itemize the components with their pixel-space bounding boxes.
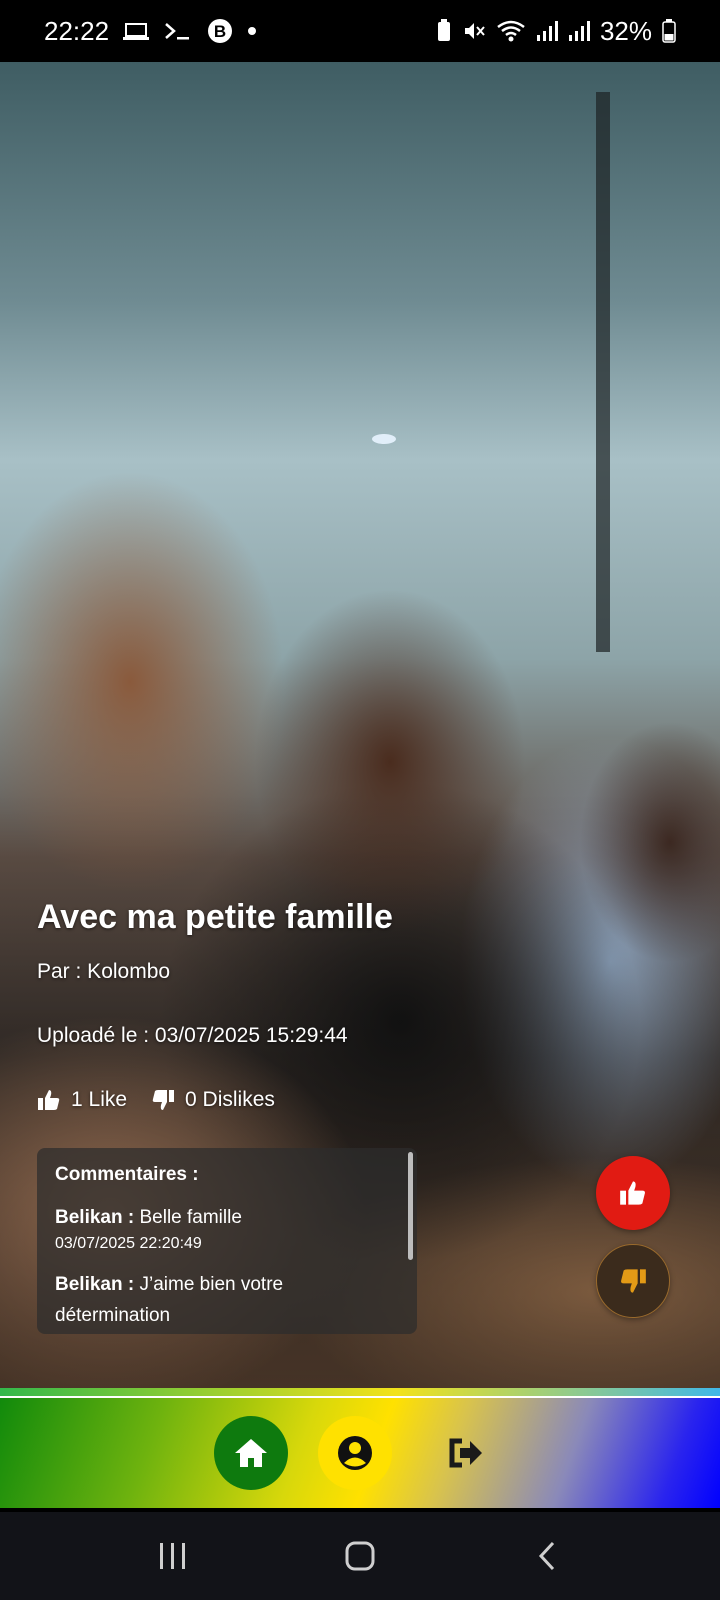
post-title: Avec ma petite famille bbox=[37, 898, 393, 936]
signal-icon bbox=[536, 20, 558, 42]
terminal-icon bbox=[163, 21, 193, 41]
comment-author: Belikan : bbox=[55, 1274, 135, 1295]
logout-icon bbox=[448, 1437, 486, 1469]
status-bar: 22:22 B 32% bbox=[0, 0, 720, 62]
like-count-label: 1 Like bbox=[71, 1088, 128, 1111]
dislike-count-label: 0 Dislikes bbox=[185, 1088, 275, 1111]
battery-saver-icon bbox=[436, 19, 452, 43]
like-count: 1 Like bbox=[37, 1088, 127, 1112]
user-circle-icon bbox=[336, 1434, 374, 1472]
thumbs-up-icon bbox=[619, 1179, 647, 1207]
thumbs-down-icon bbox=[619, 1267, 647, 1295]
nav-logout-button[interactable] bbox=[430, 1416, 504, 1490]
reaction-counts: 1 Like 0 Dislikes bbox=[37, 1088, 275, 1112]
comment-time: 03/07/2025 22:20:49 bbox=[55, 1235, 202, 1252]
comment-author: Belikan : bbox=[55, 1207, 135, 1228]
notification-dot-icon bbox=[247, 26, 257, 36]
app-b-icon: B bbox=[207, 18, 233, 44]
dislike-count: 0 Dislikes bbox=[151, 1088, 275, 1112]
thumbs-down-icon bbox=[151, 1088, 175, 1112]
post-author: Par : Kolombo bbox=[37, 960, 171, 983]
comment-item: Belikan : Belle famille 03/07/2025 22:20… bbox=[55, 1202, 399, 1255]
laptop-icon bbox=[123, 21, 150, 41]
home-icon bbox=[233, 1437, 269, 1469]
wifi-icon bbox=[496, 19, 526, 43]
comment-item: Belikan : J’aime bien votre déterminatio… bbox=[55, 1269, 399, 1331]
back-button[interactable] bbox=[507, 1526, 587, 1586]
post-upload-date: Uploadé le : 03/07/2025 15:29:44 bbox=[37, 1024, 348, 1047]
mute-icon bbox=[462, 19, 486, 43]
comments-scrollbar[interactable] bbox=[408, 1152, 413, 1260]
dislike-button[interactable] bbox=[596, 1244, 670, 1318]
nav-home-button[interactable] bbox=[214, 1416, 288, 1490]
svg-text:B: B bbox=[214, 22, 226, 41]
like-button[interactable] bbox=[596, 1156, 670, 1230]
recent-apps-icon bbox=[158, 1542, 188, 1570]
battery-icon bbox=[662, 19, 676, 43]
comments-heading: Commentaires : bbox=[55, 1164, 199, 1185]
thumbs-up-icon bbox=[37, 1088, 61, 1112]
system-navigation-bar bbox=[0, 1512, 720, 1600]
comments-panel[interactable]: Commentaires : Belikan : Belle famille 0… bbox=[37, 1148, 417, 1334]
back-chevron-icon bbox=[537, 1541, 557, 1571]
home-system-button[interactable] bbox=[320, 1526, 400, 1586]
bottom-navigation bbox=[0, 1398, 720, 1508]
comment-text: Belle famille bbox=[139, 1207, 242, 1228]
status-time: 22:22 bbox=[44, 15, 110, 46]
battery-percent: 32% bbox=[599, 15, 652, 46]
nav-profile-button[interactable] bbox=[318, 1416, 392, 1490]
recent-apps-button[interactable] bbox=[133, 1526, 213, 1586]
home-square-icon bbox=[345, 1541, 375, 1571]
signal-icon-2 bbox=[568, 20, 590, 42]
nav-accent-stripe bbox=[0, 1388, 720, 1396]
